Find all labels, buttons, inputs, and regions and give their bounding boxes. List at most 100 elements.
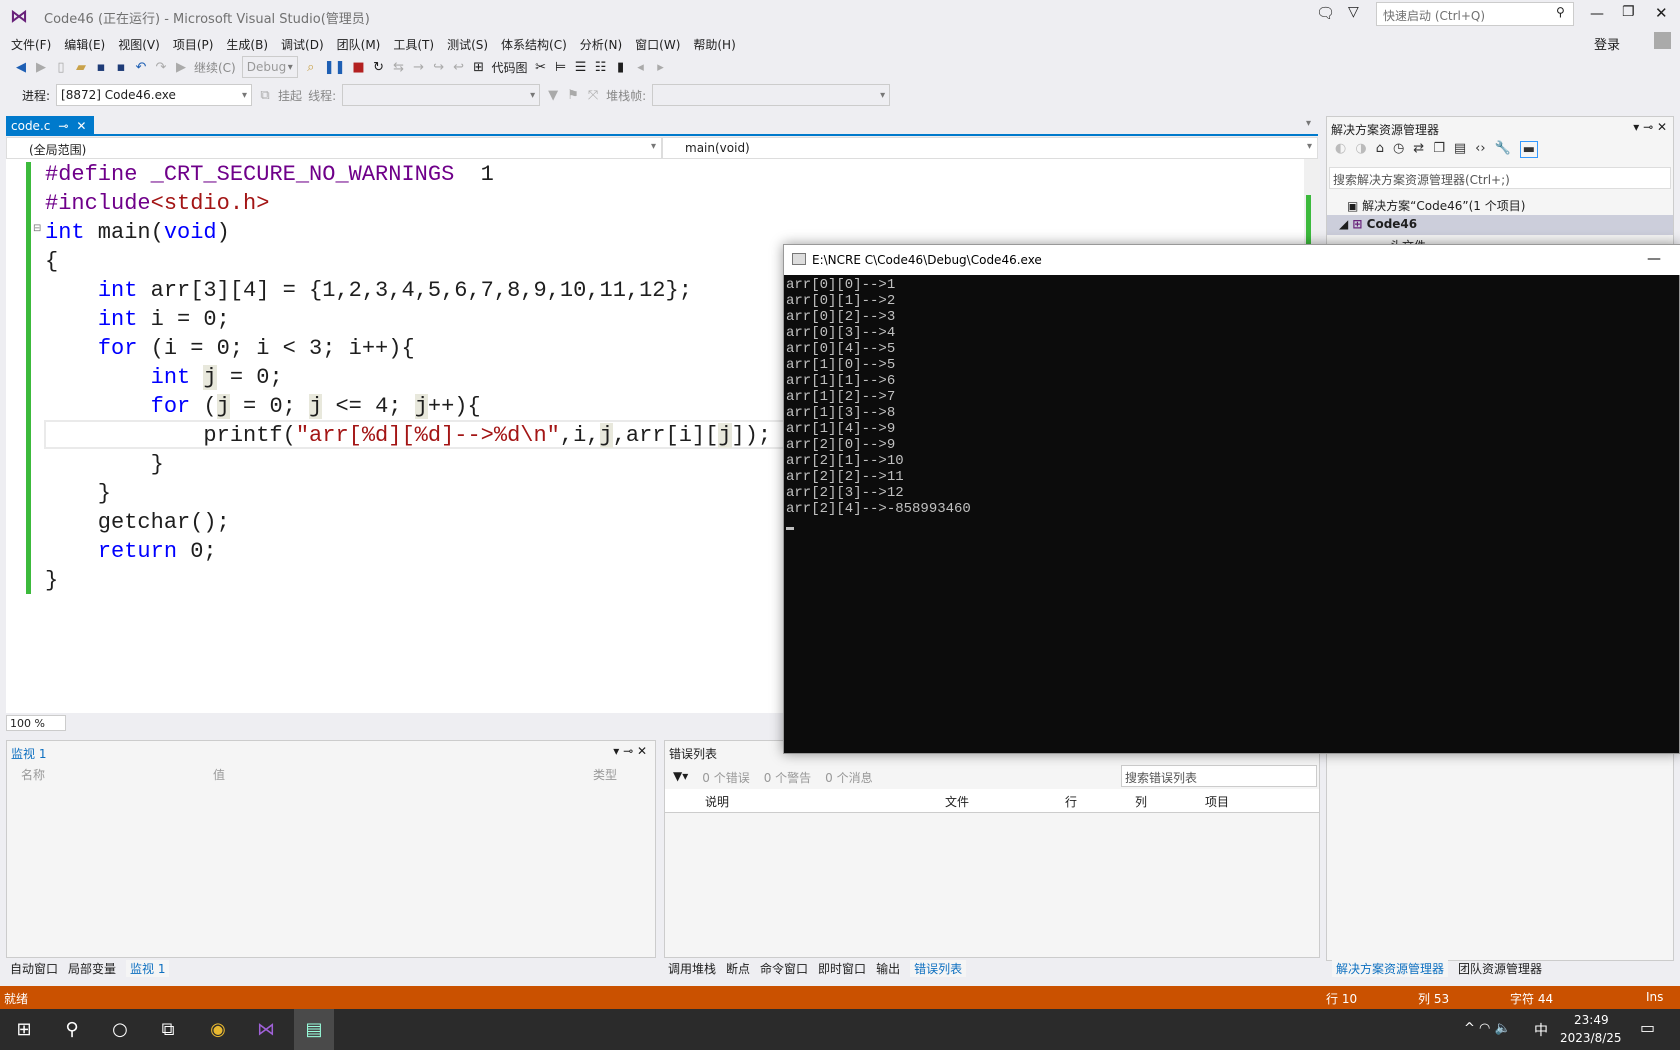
clock-time[interactable]: 23:49 xyxy=(1574,1013,1609,1027)
avatar[interactable] xyxy=(1654,32,1671,49)
code-line[interactable]: int main(void) xyxy=(45,218,771,247)
forward-icon[interactable]: ▶ xyxy=(34,60,48,75)
menu-build[interactable]: 生成(B) xyxy=(223,32,278,54)
close-tab-icon[interactable]: ✕ xyxy=(76,119,86,133)
menu-window[interactable]: 窗口(W) xyxy=(632,32,690,54)
find-icon[interactable]: ⌕ xyxy=(304,60,318,75)
open-file-icon[interactable]: ▰ xyxy=(74,60,88,75)
home-icon[interactable]: ⌂ xyxy=(1376,141,1384,158)
properties-icon[interactable]: 🔧 xyxy=(1495,141,1511,158)
prev-bookmark-icon[interactable]: ◂ xyxy=(634,60,648,75)
stop-icon[interactable]: ■ xyxy=(352,60,366,75)
collapse-icon[interactable]: ⊟ xyxy=(33,223,41,234)
codemap-button[interactable]: 代码图 xyxy=(492,59,528,76)
notification-icon[interactable]: ▭ xyxy=(1640,1018,1655,1037)
errors-toggle[interactable]: 0 个错误 xyxy=(702,769,749,786)
col-description[interactable]: 说明 xyxy=(705,793,729,810)
preview-icon[interactable]: ▬ xyxy=(1519,141,1539,158)
quick-launch-input[interactable]: 快速启动 (Ctrl+Q) xyxy=(1376,2,1574,26)
menu-test[interactable]: 测试(S) xyxy=(444,32,498,54)
menu-architecture[interactable]: 体系结构(C) xyxy=(498,32,577,54)
show-next-icon[interactable]: ⇆ xyxy=(392,60,406,75)
solution-close-icon[interactable]: ▾ ⊸ ✕ xyxy=(1633,120,1667,134)
tools-icon[interactable]: ✂ xyxy=(534,60,548,75)
flag-icon[interactable]: ⚑ xyxy=(566,88,580,103)
pin-icon[interactable]: ⊸ xyxy=(58,119,68,133)
col-line[interactable]: 行 xyxy=(1065,793,1077,810)
code-line[interactable]: getchar(); xyxy=(45,508,771,537)
menu-analyze[interactable]: 分析(N) xyxy=(577,32,632,54)
tab-team-explorer[interactable]: 团队资源管理器 xyxy=(1458,960,1542,977)
tab-code-c[interactable]: code.c ⊸ ✕ xyxy=(6,116,94,136)
code-line[interactable]: #include<stdio.h> xyxy=(45,189,771,218)
code-line[interactable]: } xyxy=(45,479,771,508)
bookmark-icon[interactable]: ▮ xyxy=(614,60,628,75)
tab-error-list[interactable]: 错误列表 xyxy=(910,960,967,977)
show-all-icon[interactable]: ▤ xyxy=(1454,141,1466,158)
thread-dropdown[interactable] xyxy=(342,84,541,106)
redo-icon[interactable]: ↷ xyxy=(154,60,168,75)
search-icon[interactable]: ⚲ xyxy=(52,1019,92,1040)
login-link[interactable]: 登录 xyxy=(1594,34,1620,53)
collapse-all-icon[interactable]: ❐ xyxy=(1433,141,1445,158)
comment-icon[interactable]: ☰ xyxy=(574,60,588,75)
menu-file[interactable]: 文件(F) xyxy=(8,32,61,54)
code-icon[interactable]: ‹› xyxy=(1475,141,1485,158)
unflag-icon[interactable]: ⤧ xyxy=(586,88,600,103)
tab-breakpoints[interactable]: 断点 xyxy=(726,960,750,977)
menu-team[interactable]: 团队(M) xyxy=(334,32,391,54)
tray-icons[interactable]: ^ ◠ 🔈 xyxy=(1464,1021,1511,1036)
clock-date[interactable]: 2023/8/25 xyxy=(1560,1031,1622,1045)
uncomment-icon[interactable]: ☷ xyxy=(594,60,608,75)
messages-toggle[interactable]: 0 个消息 xyxy=(825,769,872,786)
code-text[interactable]: #define _CRT_SECURE_NO_WARNINGS 1 #includ… xyxy=(45,160,771,595)
sync-icon[interactable]: ⇄ xyxy=(1413,141,1424,158)
solution-root[interactable]: ▣ 解决方案“Code46”(1 个项目) xyxy=(1347,197,1525,214)
code-line[interactable]: return 0; xyxy=(45,537,771,566)
tab-watch1[interactable]: 监视 1 xyxy=(126,960,170,977)
cortana-icon[interactable]: ○ xyxy=(100,1019,140,1040)
indent-icon[interactable]: ⊨ xyxy=(554,60,568,75)
step-over-icon[interactable]: ↪ xyxy=(432,60,446,75)
feedback-icon[interactable]: 🗨 xyxy=(1316,4,1335,22)
tab-solution-explorer[interactable]: 解决方案资源管理器 xyxy=(1332,960,1449,977)
task-view-icon[interactable]: ⧉ xyxy=(148,1019,188,1040)
suspend-button[interactable]: 挂起 xyxy=(278,87,302,104)
code-line[interactable]: for (j = 0; j <= 4; j++){ xyxy=(45,392,771,421)
restore-button[interactable]: ❐ xyxy=(1622,4,1635,20)
menu-project[interactable]: 项目(P) xyxy=(170,32,224,54)
warnings-toggle[interactable]: 0 个警告 xyxy=(764,769,811,786)
console-taskbar-icon[interactable]: ▤ xyxy=(294,1009,334,1050)
menu-edit[interactable]: 编辑(E) xyxy=(61,32,115,54)
code-line[interactable]: int i = 0; xyxy=(45,305,771,334)
col-project[interactable]: 项目 xyxy=(1205,793,1229,810)
menu-help[interactable]: 帮助(H) xyxy=(690,32,745,54)
code-line[interactable]: } xyxy=(45,450,771,479)
tab-command[interactable]: 命令窗口 xyxy=(760,960,808,977)
scope-dropdown[interactable]: (全局范围) xyxy=(6,137,662,159)
code-line[interactable]: { xyxy=(45,247,771,276)
menu-tools[interactable]: 工具(T) xyxy=(390,32,444,54)
save-icon[interactable]: ▪ xyxy=(94,60,108,75)
tab-overflow-icon[interactable]: ▾ xyxy=(1306,118,1311,129)
restart-icon[interactable]: ↻ xyxy=(372,60,386,75)
console-minimize-button[interactable]: — xyxy=(1647,251,1661,267)
code-line[interactable]: for (i = 0; i < 3; i++){ xyxy=(45,334,771,363)
process-dropdown[interactable]: [8872] Code46.exe xyxy=(56,84,253,106)
menu-debug[interactable]: 调试(D) xyxy=(278,32,334,54)
windows-start-icon[interactable]: ⊞ xyxy=(4,1019,44,1040)
solution-search-input[interactable]: 搜索解决方案资源管理器(Ctrl+;) xyxy=(1329,167,1671,189)
back-icon[interactable]: ◐ xyxy=(1335,141,1346,158)
tab-output[interactable]: 输出 xyxy=(876,960,900,977)
minimize-button[interactable]: — xyxy=(1590,6,1604,22)
code-line[interactable]: #define _CRT_SECURE_NO_WARNINGS 1 xyxy=(45,160,771,189)
col-column[interactable]: 列 xyxy=(1135,793,1147,810)
undo-icon[interactable]: ↶ xyxy=(134,60,148,75)
next-bookmark-icon[interactable]: ▸ xyxy=(654,60,668,75)
tab-autos[interactable]: 自动窗口 xyxy=(10,960,58,977)
history-icon[interactable]: ◷ xyxy=(1393,141,1404,158)
stackframe-dropdown[interactable] xyxy=(652,84,891,106)
close-button[interactable]: ✕ xyxy=(1655,4,1668,22)
code-line[interactable]: int j = 0; xyxy=(45,363,771,392)
step-into-icon[interactable]: → xyxy=(412,60,426,75)
